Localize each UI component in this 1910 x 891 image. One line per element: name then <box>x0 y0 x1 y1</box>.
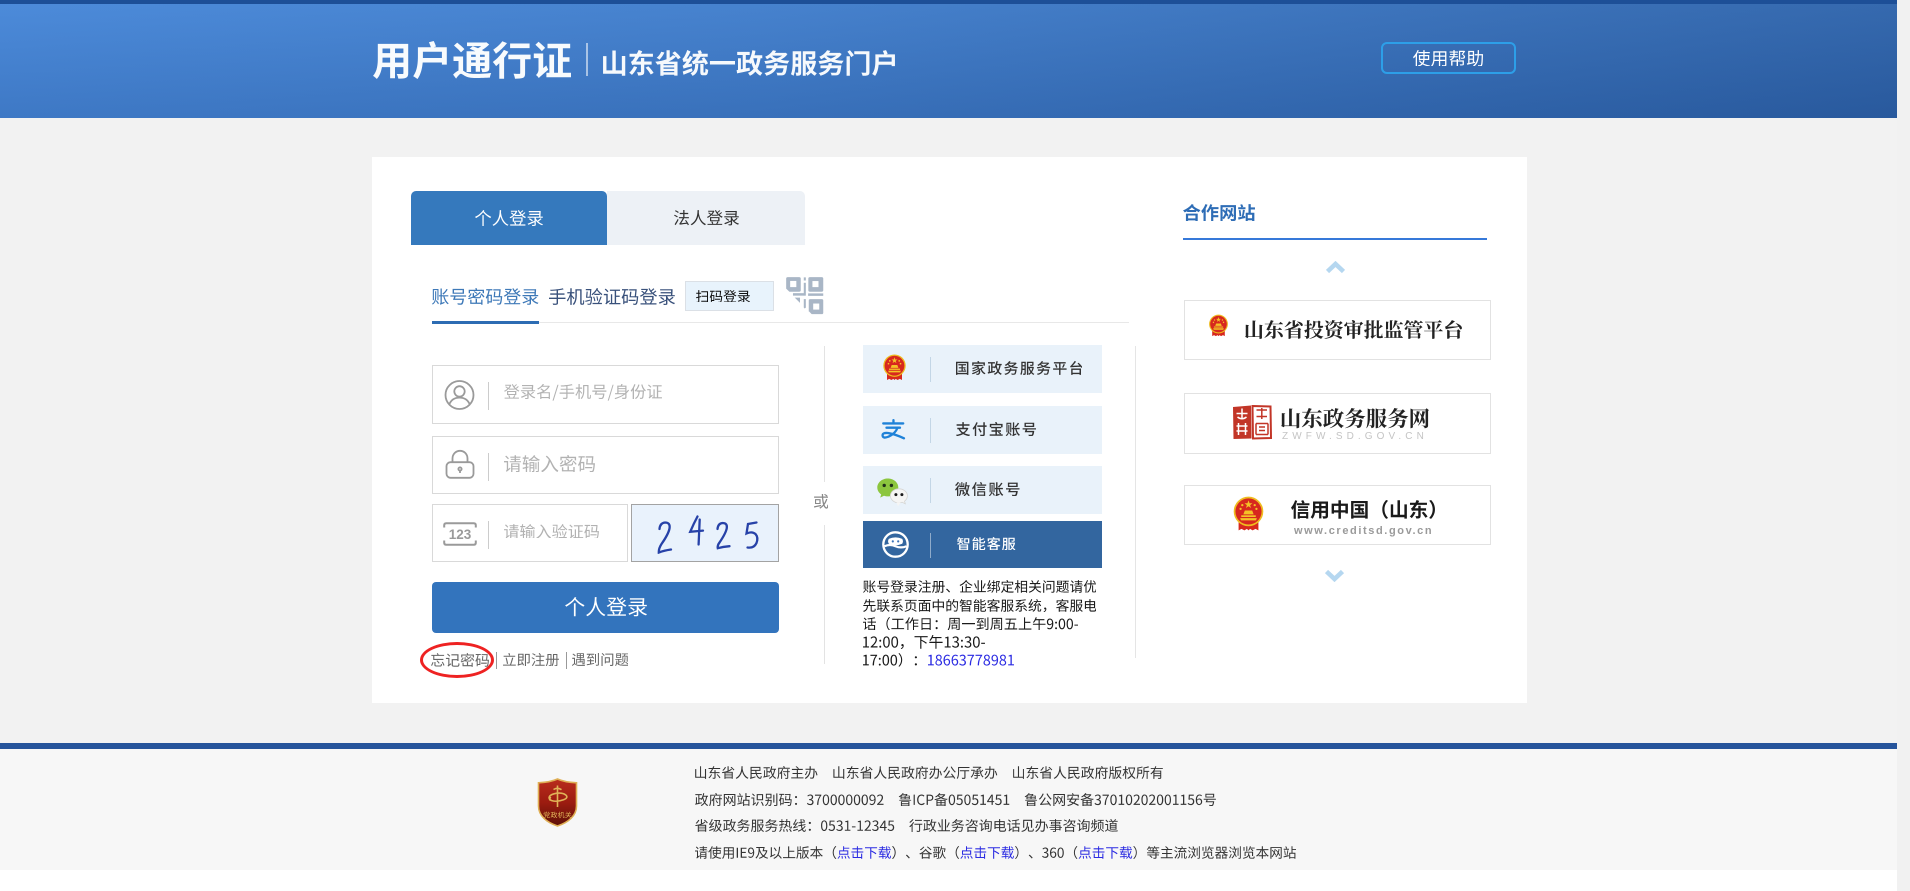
svg-text:123: 123 <box>449 527 472 542</box>
